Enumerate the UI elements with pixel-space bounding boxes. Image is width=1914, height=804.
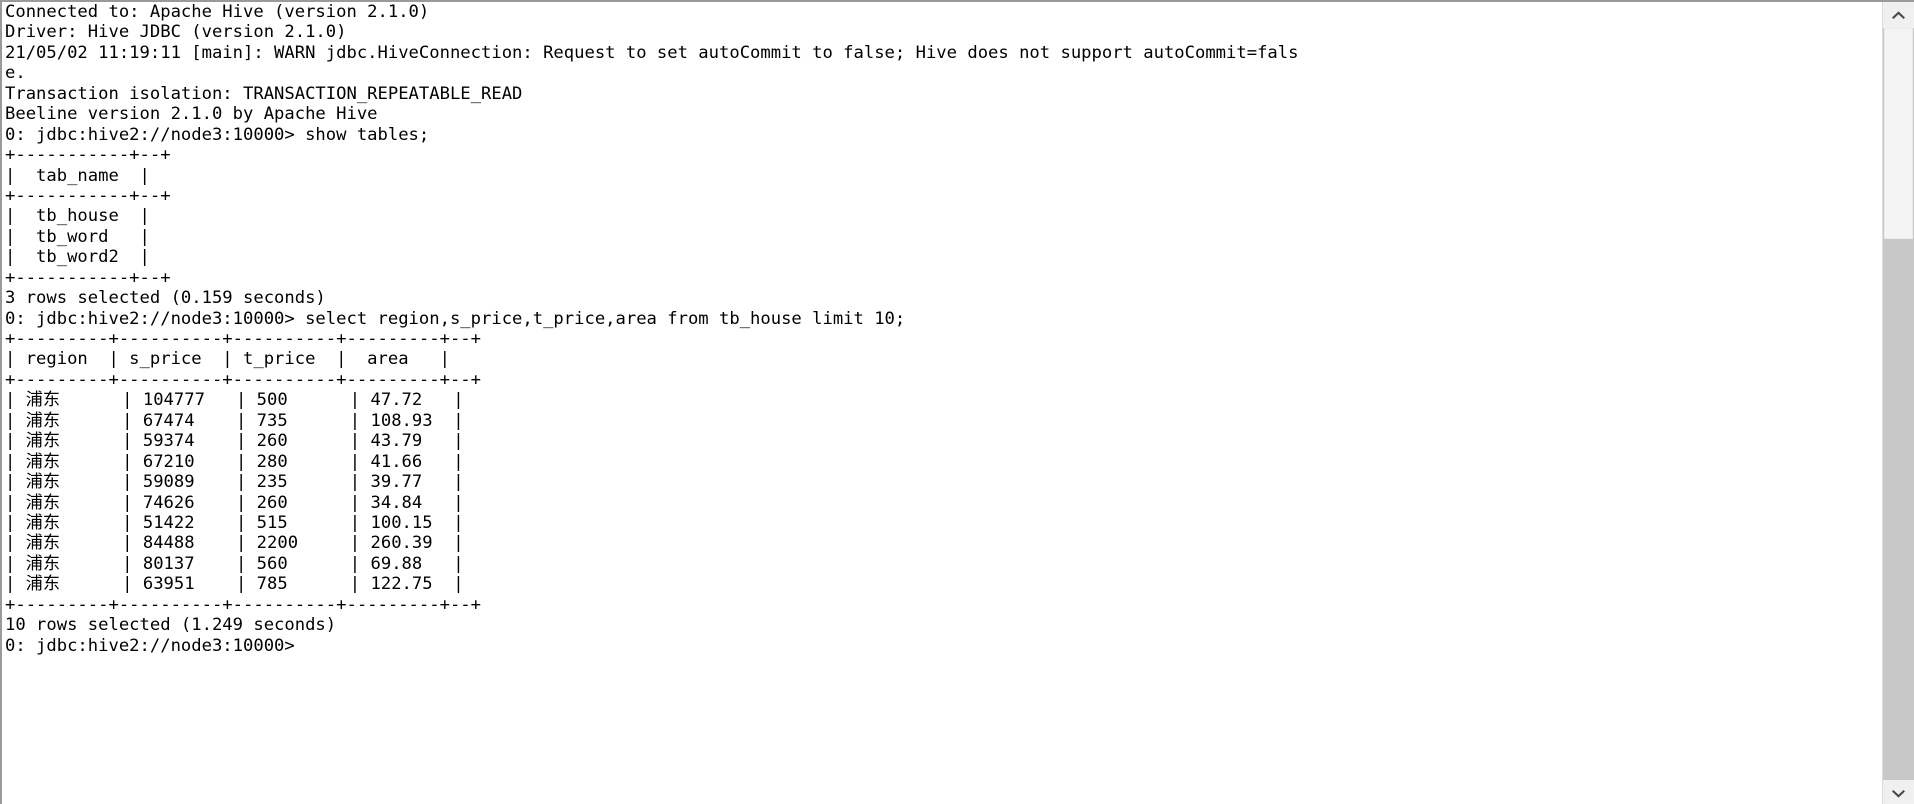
scrollbar-thumb[interactable] bbox=[1884, 28, 1913, 239]
console-line: | 浦东 | 59374 | 260 | 43.79 | bbox=[5, 431, 464, 452]
console-line: | 浦东 | 80137 | 560 | 69.88 | bbox=[5, 553, 464, 574]
chevron-down-icon bbox=[1892, 789, 1905, 798]
console-line: +-----------+--+ bbox=[5, 185, 171, 206]
console-line: | 浦东 | 84488 | 2200 | 260.39 | bbox=[5, 533, 464, 554]
console-line: | 浦东 | 63951 | 785 | 122.75 | bbox=[5, 574, 464, 595]
console-line-list: Connected to: Apache Hive (version 2.1.0… bbox=[5, 2, 1882, 656]
console-line: | 浦东 | 67210 | 280 | 41.66 | bbox=[5, 451, 464, 472]
console-line: +---------+----------+----------+-------… bbox=[5, 594, 481, 615]
console-line: 10 rows selected (1.249 seconds) bbox=[5, 615, 337, 636]
console-line: Transaction isolation: TRANSACTION_REPEA… bbox=[5, 83, 523, 104]
console-line: 0: jdbc:hive2://node3:10000> bbox=[5, 635, 295, 656]
console-line: | 浦东 | 104777 | 500 | 47.72 | bbox=[5, 390, 464, 411]
console-line: 3 rows selected (0.159 seconds) bbox=[5, 288, 326, 309]
console-line: | 浦东 | 51422 | 515 | 100.15 | bbox=[5, 512, 464, 533]
console-line: | 浦东 | 59089 | 235 | 39.77 | bbox=[5, 472, 464, 493]
console-line: +-----------+--+ bbox=[5, 267, 171, 288]
scroll-up-button[interactable] bbox=[1883, 2, 1914, 28]
terminal-window: Connected to: Apache Hive (version 2.1.0… bbox=[0, 0, 1914, 804]
console-line: +---------+----------+----------+-------… bbox=[5, 329, 481, 349]
console-line: | tb_house | bbox=[5, 206, 150, 227]
console-line: e. bbox=[5, 63, 26, 84]
vertical-scrollbar[interactable] bbox=[1882, 2, 1914, 804]
console-line: | tab_name | bbox=[5, 165, 150, 186]
console-line: 0: jdbc:hive2://node3:10000> show tables… bbox=[5, 124, 430, 145]
console-line: | 浦东 | 74626 | 260 | 34.84 | bbox=[5, 492, 464, 513]
console-line: | 浦东 | 67474 | 735 | 108.93 | bbox=[5, 410, 464, 431]
scroll-down-button[interactable] bbox=[1883, 780, 1914, 804]
console-line: +-----------+--+ bbox=[5, 145, 171, 166]
console-line: +---------+----------+----------+-------… bbox=[5, 369, 481, 390]
console-line: Driver: Hive JDBC (version 2.1.0) bbox=[5, 22, 347, 43]
console-line: | tb_word | bbox=[5, 226, 150, 247]
scrollbar-track[interactable] bbox=[1883, 28, 1914, 780]
console-line: Connected to: Apache Hive (version 2.1.0… bbox=[5, 2, 430, 22]
console-line: | region | s_price | t_price | area | bbox=[5, 349, 450, 370]
console-line: | tb_word2 | bbox=[5, 247, 150, 268]
console-line: 21/05/02 11:19:11 [main]: WARN jdbc.Hive… bbox=[5, 42, 1299, 63]
console-line: 0: jdbc:hive2://node3:10000> select regi… bbox=[5, 308, 906, 329]
console-output-area[interactable]: Connected to: Apache Hive (version 2.1.0… bbox=[2, 2, 1882, 804]
console-line: Beeline version 2.1.0 by Apache Hive bbox=[5, 104, 378, 125]
chevron-up-icon bbox=[1892, 10, 1905, 20]
